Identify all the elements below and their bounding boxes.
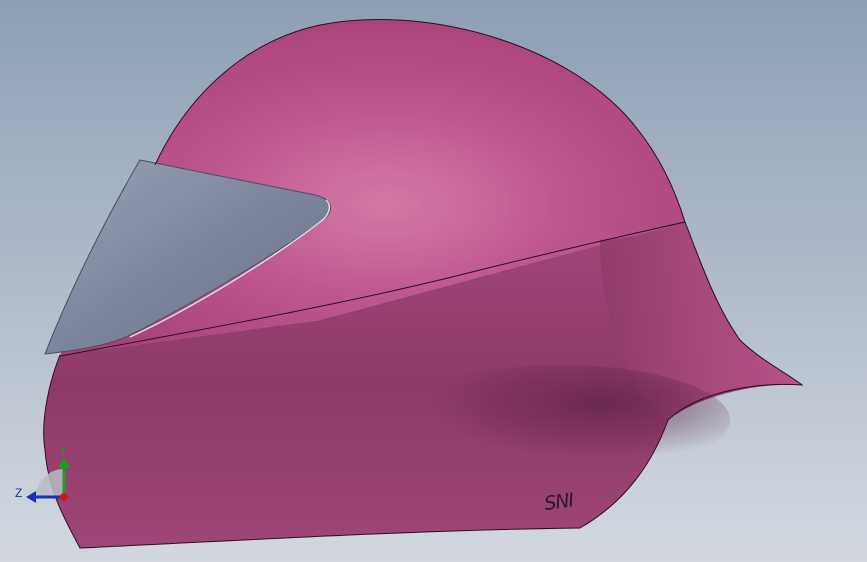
y-axis-label: Y xyxy=(59,444,67,458)
triad-quadrant-shade xyxy=(36,469,64,497)
x-axis-origin xyxy=(60,493,68,501)
chin-shadow xyxy=(390,365,730,475)
coordinate-triad[interactable]: Y Z xyxy=(15,444,70,503)
z-axis-arrowhead xyxy=(26,491,36,503)
graphics-viewport[interactable]: SNI Y Z xyxy=(0,0,867,562)
brand-text: SNI xyxy=(543,489,576,515)
helmet-model[interactable]: SNI Y Z xyxy=(0,0,867,562)
z-axis-label: Z xyxy=(15,486,22,500)
